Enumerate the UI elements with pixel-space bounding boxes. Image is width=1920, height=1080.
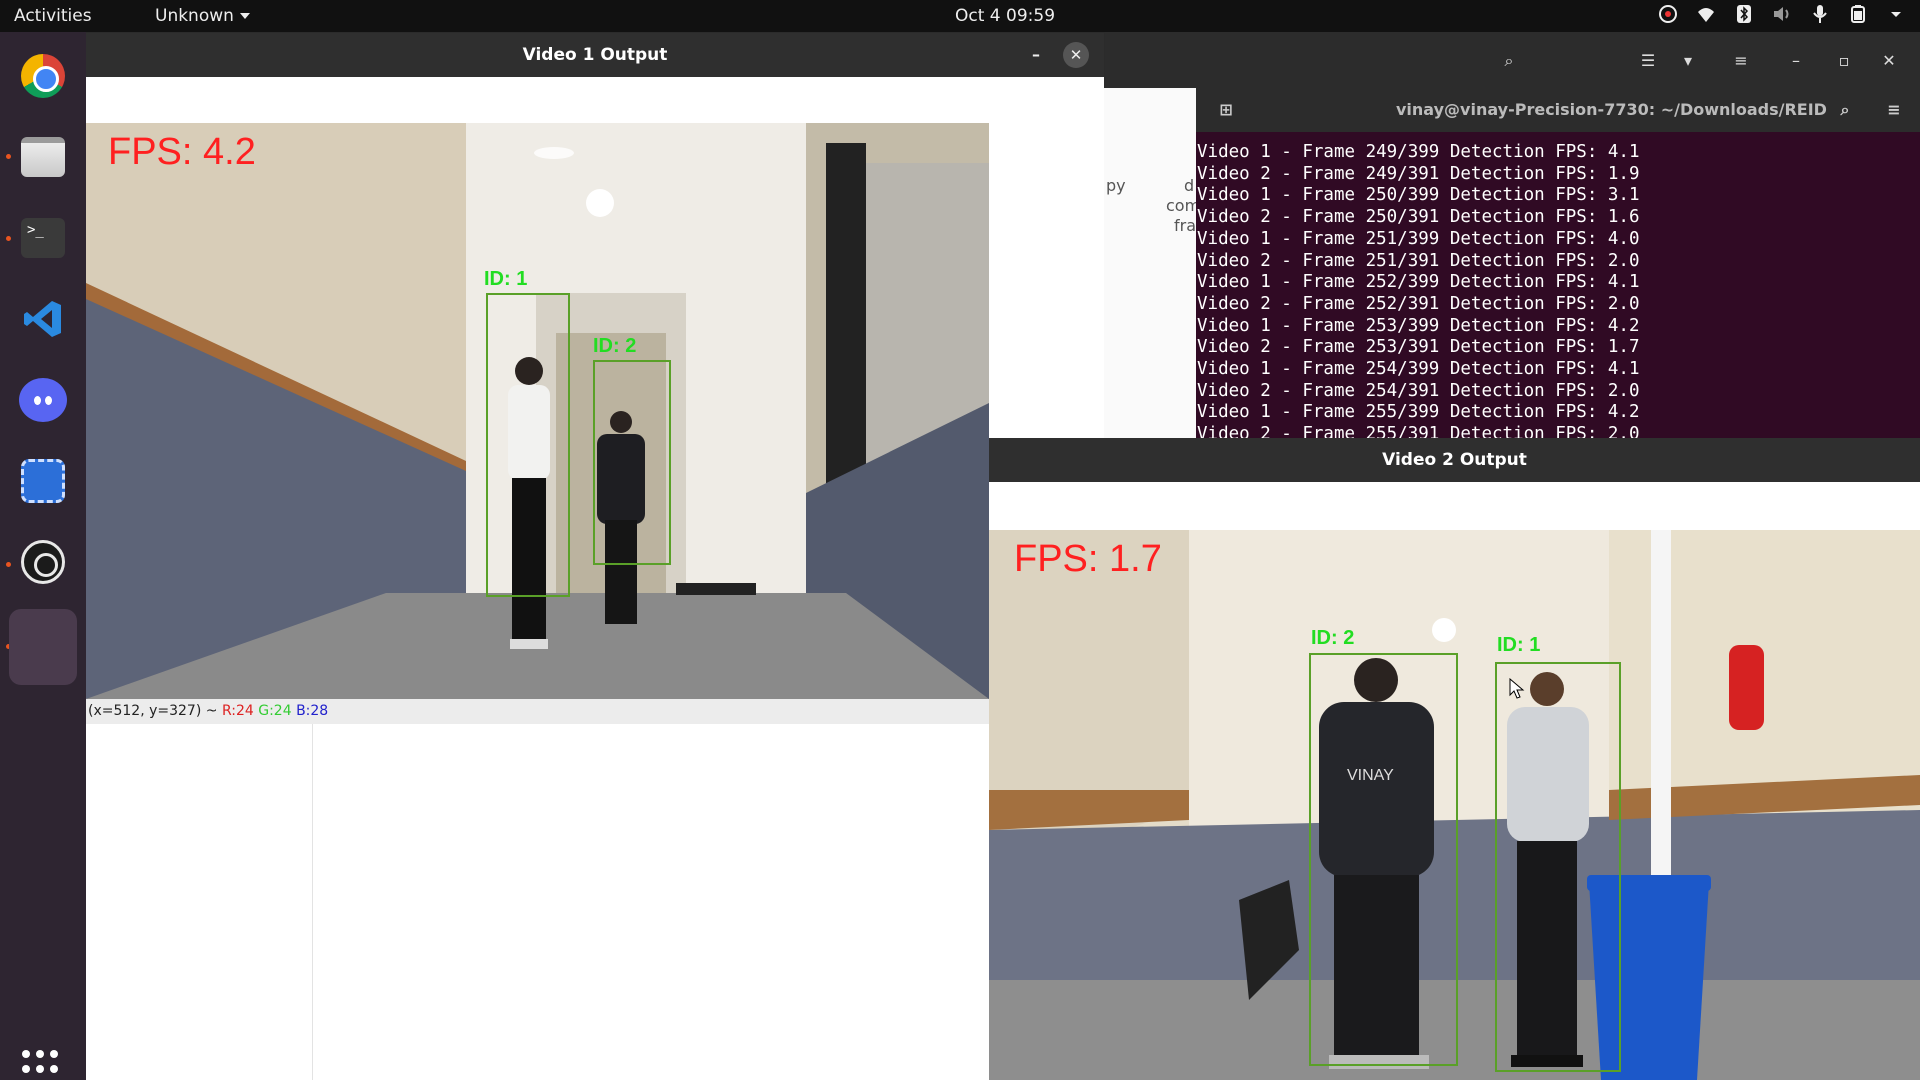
- dock-item-vscode[interactable]: [9, 285, 77, 353]
- volume-icon[interactable]: [1772, 4, 1792, 24]
- terminal-line: Video 2 - Frame 254/391 Detection FPS: 2…: [1197, 380, 1640, 401]
- app-menu[interactable]: Unknown: [155, 6, 250, 26]
- pixel-b-value: B:28: [296, 703, 329, 719]
- chrome-icon: [21, 54, 65, 98]
- close-icon[interactable]: ✕: [1873, 46, 1905, 76]
- terminal-line: Video 2 - Frame 250/391 Detection FPS: 1…: [1197, 207, 1640, 228]
- bounding-box-label: ID: 2: [593, 335, 637, 357]
- window-title: Video 1 Output: [522, 45, 668, 65]
- new-tab-icon[interactable]: ⊞: [1214, 98, 1238, 122]
- video1-titlebar[interactable]: Video 1 Output – ✕: [86, 33, 1104, 77]
- chevron-down-icon[interactable]: [1886, 4, 1906, 24]
- search-icon[interactable]: ⌕: [1493, 46, 1525, 76]
- chevron-down-icon: [239, 13, 250, 19]
- vscode-icon: [24, 301, 61, 337]
- terminal-output[interactable]: Video 1 - Frame 249/399 Detection FPS: 4…: [1196, 142, 1920, 438]
- microphone-icon[interactable]: [1810, 4, 1830, 24]
- dock-item-terminal[interactable]: >_: [9, 204, 77, 272]
- minimize-icon[interactable]: –: [1023, 42, 1049, 68]
- minimize-icon[interactable]: –: [1780, 46, 1812, 76]
- terminal-icon: >_: [21, 218, 65, 258]
- terminal-line: Video 1 - Frame 255/399 Detection FPS: 4…: [1197, 402, 1640, 423]
- bounding-box-label: ID: 1: [1497, 634, 1541, 656]
- discord-icon: [19, 378, 67, 422]
- bounding-box-label: ID: 1: [484, 268, 528, 290]
- bounding-box-label: ID: 2: [1311, 627, 1355, 649]
- folder-icon: [21, 137, 65, 177]
- search-icon[interactable]: ⌕: [1833, 98, 1857, 122]
- pixel-r-value: R:24: [221, 703, 254, 719]
- video2-titlebar[interactable]: Video 2 Output: [989, 438, 1920, 482]
- chevron-down-icon[interactable]: ▾: [1672, 46, 1704, 76]
- dock-item-discord[interactable]: [9, 366, 77, 434]
- menu-icon[interactable]: ≡: [1725, 46, 1757, 76]
- file-label[interactable]: py: [1106, 176, 1126, 195]
- battery-icon[interactable]: [1848, 4, 1868, 24]
- terminal-line: Video 2 - Frame 249/391 Detection FPS: 1…: [1197, 163, 1640, 184]
- maximize-icon[interactable]: ▫: [1828, 46, 1860, 76]
- obs-icon: [21, 540, 65, 584]
- menu-icon[interactable]: ≡: [1882, 98, 1906, 122]
- terminal-line: Video 2 - Frame 251/391 Detection FPS: 2…: [1197, 250, 1640, 271]
- fps-overlay: FPS: 4.2: [108, 131, 256, 173]
- video1-toolbar: [86, 77, 1104, 125]
- bounding-box: [1495, 662, 1621, 1072]
- dock-item-screenshot[interactable]: [9, 447, 77, 515]
- video2-window[interactable]: Video 2 Output VINAY ID: 2 ID: 1 FPS: 1.…: [989, 438, 1920, 1080]
- file-manager-content: py d com fra: [1104, 88, 1200, 438]
- terminal-line: Video 1 - Frame 252/399 Detection FPS: 4…: [1197, 272, 1640, 293]
- dock-item-active-app[interactable]: [9, 609, 77, 685]
- fps-overlay: FPS: 1.7: [1014, 538, 1162, 580]
- terminal-line: Video 1 - Frame 250/399 Detection FPS: 3…: [1197, 185, 1640, 206]
- terminal-window[interactable]: ⊞ vinay@vinay-Precision-7730: ~/Download…: [1196, 88, 1920, 438]
- cursor-coords: (x=512, y=327) ~: [88, 703, 222, 719]
- show-apps-grid-icon[interactable]: [22, 1050, 62, 1080]
- dock-item-obs[interactable]: [9, 528, 77, 596]
- bluetooth-icon[interactable]: [1734, 4, 1754, 24]
- terminal-titlebar[interactable]: ⊞ vinay@vinay-Precision-7730: ~/Download…: [1196, 88, 1920, 132]
- window-title: Video 2 Output: [1382, 450, 1527, 470]
- pixel-g-value: G:24: [258, 703, 292, 719]
- top-bar: Activities Unknown Oct 4 09:59: [0, 0, 1920, 32]
- terminal-line: Video 2 - Frame 255/391 Detection FPS: 2…: [1197, 424, 1640, 438]
- video1-frame[interactable]: ID: 1 ID: 2 FPS: 4.2: [86, 123, 989, 699]
- bounding-box: [486, 293, 570, 597]
- dock-item-files[interactable]: [9, 123, 77, 191]
- video2-frame[interactable]: VINAY ID: 2 ID: 1 FPS: 1.7: [989, 530, 1920, 1080]
- video2-toolbar: [989, 482, 1920, 530]
- close-icon[interactable]: ✕: [1063, 42, 1089, 68]
- dock: >_: [0, 32, 86, 1080]
- terminal-line: Video 1 - Frame 254/399 Detection FPS: 4…: [1197, 359, 1640, 380]
- terminal-line: Video 1 - Frame 251/399 Detection FPS: 4…: [1197, 228, 1640, 249]
- mouse-cursor-icon: [1509, 678, 1525, 699]
- list-view-icon[interactable]: ☰: [1632, 46, 1664, 76]
- terminal-line: Video 1 - Frame 253/399 Detection FPS: 4…: [1197, 315, 1640, 336]
- terminal-line: Video 2 - Frame 253/391 Detection FPS: 1…: [1197, 337, 1640, 358]
- clock[interactable]: Oct 4 09:59: [955, 6, 1055, 26]
- screenshot-icon: [21, 459, 65, 503]
- wifi-icon[interactable]: [1696, 4, 1716, 24]
- video1-window[interactable]: Video 1 Output – ✕ ID: 1 ID: 2 FPS: 4.2: [86, 33, 1104, 699]
- terminal-line: Video 1 - Frame 249/399 Detection FPS: 4…: [1197, 142, 1640, 162]
- bounding-box: [1309, 653, 1458, 1066]
- system-tray[interactable]: [1658, 4, 1906, 24]
- app-menu-label: Unknown: [155, 6, 234, 26]
- divider: [312, 724, 313, 1080]
- file-label[interactable]: d: [1184, 176, 1194, 195]
- ubuntu-updates-icon[interactable]: [1658, 4, 1678, 24]
- video1-statusbar: (x=512, y=327) ~ R:24 G:24 B:28: [86, 699, 989, 724]
- file-label[interactable]: fra: [1174, 216, 1196, 235]
- activities-button[interactable]: Activities: [14, 6, 92, 26]
- bounding-box: [593, 360, 671, 565]
- empty-pane: [86, 724, 989, 1080]
- dock-item-chrome[interactable]: [9, 42, 77, 110]
- terminal-title: vinay@vinay-Precision-7730: ~/Downloads/…: [1396, 100, 1827, 119]
- terminal-line: Video 2 - Frame 252/391 Detection FPS: 2…: [1197, 293, 1640, 314]
